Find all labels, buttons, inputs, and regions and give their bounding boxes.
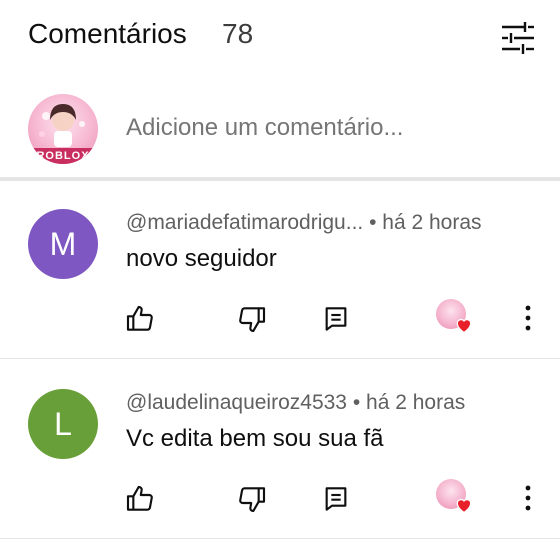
comment-time: há 2 horas: [363, 211, 481, 234]
add-comment-row: ROBLOX: [0, 78, 560, 178]
more-options-button[interactable]: [514, 301, 542, 335]
comment-divider: [0, 538, 560, 539]
thumbs-down-icon: [239, 307, 266, 333]
comment-meta: @mariadefatimarodrigu...há 2 horas: [126, 211, 482, 235]
like-button[interactable]: [124, 303, 156, 335]
more-vertical-icon: [525, 485, 531, 511]
commenter-avatar[interactable]: M: [28, 209, 98, 279]
add-comment-input[interactable]: [126, 114, 526, 142]
comment-author[interactable]: @laudelinaqueiroz4533: [126, 391, 347, 414]
comment-time: há 2 horas: [347, 391, 465, 414]
comments-header: Comentários 78: [0, 0, 560, 78]
thumbs-up-icon: [126, 305, 153, 331]
reply-comment-icon: [325, 487, 347, 511]
dislike-button[interactable]: [236, 483, 268, 515]
comments-count: 78: [222, 18, 254, 49]
comment-divider: [0, 358, 560, 359]
comment-text: Vc edita bem sou sua fã: [126, 425, 384, 452]
comments-title: Comentários: [28, 18, 187, 49]
more-options-button[interactable]: [514, 481, 542, 515]
creator-heart-badge: [436, 479, 476, 517]
more-vertical-icon: [525, 305, 531, 331]
like-button[interactable]: [124, 483, 156, 515]
comment-author[interactable]: @mariadefatimarodrigu...: [126, 211, 363, 234]
heart-icon: [456, 498, 472, 514]
thumbs-down-icon: [239, 487, 266, 513]
sliders-icon: [502, 22, 534, 54]
comment-item: M @mariadefatimarodrigu...há 2 horas nov…: [0, 181, 560, 359]
avatar-letter: L: [54, 406, 72, 442]
comment-text: novo seguidor: [126, 245, 277, 272]
thumbs-up-icon: [126, 485, 153, 511]
heart-icon: [456, 318, 472, 334]
reply-button[interactable]: [320, 303, 352, 335]
avatar-letter: M: [49, 226, 77, 262]
roblox-logo-badge: ROBLOX: [28, 148, 98, 164]
commenter-avatar[interactable]: L: [28, 389, 98, 459]
reply-button[interactable]: [320, 483, 352, 515]
dislike-button[interactable]: [236, 303, 268, 335]
creator-heart-badge: [436, 299, 476, 337]
current-user-avatar: ROBLOX: [28, 94, 98, 164]
reply-comment-icon: [325, 307, 347, 331]
comment-item: L @laudelinaqueiroz4533há 2 horas Vc edi…: [0, 361, 560, 539]
sort-filter-button[interactable]: [498, 20, 538, 56]
comment-meta: @laudelinaqueiroz4533há 2 horas: [126, 391, 465, 415]
